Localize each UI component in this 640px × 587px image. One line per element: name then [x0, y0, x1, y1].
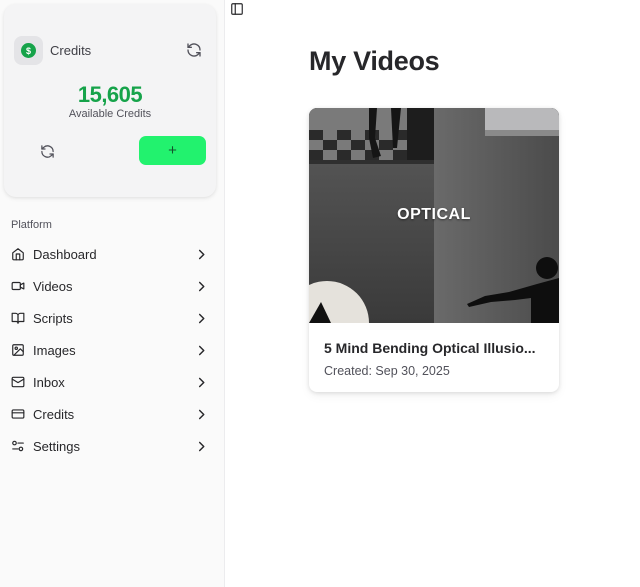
- sidebar-item-images[interactable]: Images: [0, 334, 224, 366]
- sidebar-nav: Dashboard Videos Scripts Images Inbox Cr…: [0, 238, 224, 462]
- sidebar: $ Credits 15,605 Available Credits + Pla…: [0, 0, 225, 587]
- sidebar-item-label: Images: [33, 342, 76, 358]
- add-credits-button[interactable]: +: [139, 136, 206, 165]
- home-icon: [11, 247, 25, 261]
- chevron-right-icon: [198, 281, 205, 291]
- sidebar-item-credits[interactable]: Credits: [0, 398, 224, 430]
- sidebar-item-inbox[interactable]: Inbox: [0, 366, 224, 398]
- credits-header: $ Credits: [14, 36, 91, 65]
- video-thumbnail-text: OPTICAL: [397, 206, 471, 223]
- chevron-right-icon: [198, 409, 205, 419]
- video-icon: [11, 279, 25, 293]
- sidebar-item-settings[interactable]: Settings: [0, 430, 224, 462]
- image-icon: [11, 343, 25, 357]
- sidebar-item-scripts[interactable]: Scripts: [0, 302, 224, 334]
- sidebar-item-videos[interactable]: Videos: [0, 270, 224, 302]
- credits-icon-wrapper: $: [14, 36, 43, 65]
- refresh-icon[interactable]: [186, 42, 202, 58]
- credits-title: Credits: [50, 43, 92, 58]
- chevron-right-icon: [198, 377, 205, 387]
- sidebar-item-label: Dashboard: [33, 246, 97, 262]
- sidebar-item-label: Scripts: [33, 310, 73, 326]
- chevron-right-icon: [198, 249, 205, 259]
- chevron-right-icon: [198, 441, 205, 451]
- credits-card: $ Credits 15,605 Available Credits +: [4, 4, 216, 197]
- sidebar-toggle-icon[interactable]: [230, 2, 244, 16]
- mail-icon: [11, 375, 25, 389]
- chevron-right-icon: [198, 313, 205, 323]
- video-created-date: Created: Sep 30, 2025: [324, 364, 450, 378]
- section-label-platform: Platform: [11, 219, 52, 231]
- video-title[interactable]: 5 Mind Bending Optical Illusio...: [324, 340, 549, 356]
- video-card[interactable]: OPTICAL 5 Mind Bending Optical Illusio..…: [309, 108, 559, 392]
- sidebar-item-label: Credits: [33, 406, 75, 422]
- sidebar-item-dashboard[interactable]: Dashboard: [0, 238, 224, 270]
- sidebar-item-label: Settings: [33, 438, 80, 454]
- book-icon: [11, 311, 25, 325]
- sidebar-item-label: Inbox: [33, 374, 65, 390]
- credits-amount: 15,605: [77, 82, 143, 107]
- video-thumbnail[interactable]: OPTICAL: [309, 108, 559, 323]
- settings-sliders-icon: [11, 439, 25, 453]
- page-title: My Videos: [309, 46, 440, 76]
- credit-card-icon: [11, 407, 25, 421]
- chevron-right-icon: [198, 345, 205, 355]
- sidebar-item-label: Videos: [33, 278, 73, 294]
- refresh-credits-icon[interactable]: [40, 144, 55, 159]
- credits-subtitle: Available Credits: [68, 108, 152, 120]
- dollar-coin-icon: $: [21, 43, 36, 58]
